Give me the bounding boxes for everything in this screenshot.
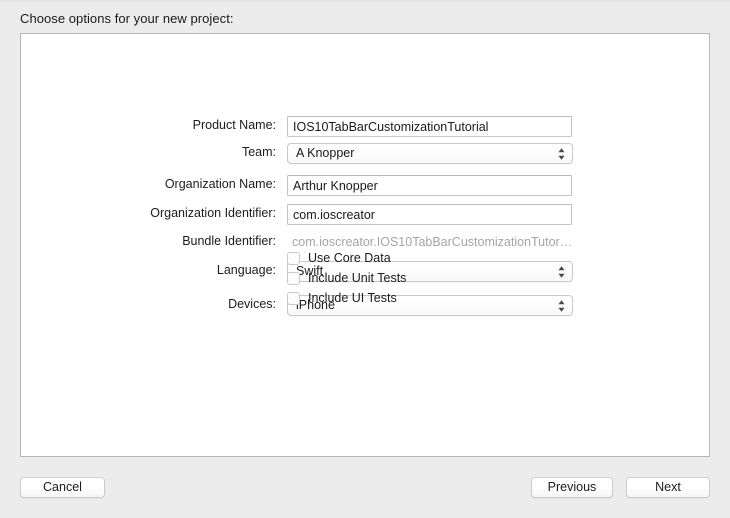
include-ui-tests-label: Include UI Tests: [308, 291, 397, 305]
form-row-team: Team: A Knopper: [21, 143, 711, 165]
checkbox-row-use-core-data[interactable]: Use Core Data: [287, 248, 406, 268]
language-label: Language:: [216, 263, 276, 277]
organization-name-label: Organization Name:: [164, 177, 276, 191]
checkbox-row-include-unit-tests[interactable]: Include Unit Tests: [287, 268, 406, 288]
product-name-input[interactable]: [287, 116, 572, 137]
organization-name-control: [287, 175, 572, 196]
product-name-control: [287, 116, 572, 137]
options-panel: Product Name: Team: A Knopper Organization …: [20, 33, 710, 457]
bundle-identifier-label: Bundle Identifier:: [182, 234, 276, 248]
team-label: Team:: [241, 145, 276, 159]
include-ui-tests-checkbox[interactable]: [287, 291, 300, 305]
checkbox-row-include-ui-tests[interactable]: Include UI Tests: [287, 288, 406, 308]
project-options-checkboxes: Use Core Data Include Unit Tests Include U…: [287, 248, 406, 308]
previous-button[interactable]: Previous: [531, 477, 613, 498]
form-row-organization-name: Organization Name:: [21, 175, 711, 197]
up-down-chevron-icon: [557, 265, 566, 279]
organization-name-input[interactable]: [287, 175, 572, 196]
devices-label: Devices:: [228, 297, 276, 311]
window-top-edge: [0, 0, 730, 4]
up-down-chevron-icon: [557, 299, 566, 313]
use-core-data-label: Use Core Data: [308, 251, 391, 265]
organization-identifier-input[interactable]: [287, 204, 572, 225]
include-unit-tests-checkbox[interactable]: [287, 271, 300, 285]
team-control: A Knopper: [287, 143, 573, 164]
form-row-product-name: Product Name:: [21, 116, 711, 138]
product-name-label: Product Name:: [192, 118, 276, 132]
cancel-button[interactable]: Cancel: [20, 477, 105, 498]
team-selected-value: A Knopper: [296, 146, 355, 160]
up-down-chevron-icon: [557, 147, 566, 161]
organization-identifier-label: Organization Identifier:: [150, 206, 276, 220]
organization-identifier-control: [287, 204, 572, 225]
team-popup-button[interactable]: A Knopper: [287, 143, 573, 164]
form-row-organization-identifier: Organization Identifier:: [21, 204, 711, 226]
include-unit-tests-label: Include Unit Tests: [308, 271, 407, 285]
next-button[interactable]: Next: [626, 477, 710, 498]
use-core-data-checkbox[interactable]: [287, 251, 300, 265]
sheet-title: Choose options for your new project:: [20, 11, 234, 26]
